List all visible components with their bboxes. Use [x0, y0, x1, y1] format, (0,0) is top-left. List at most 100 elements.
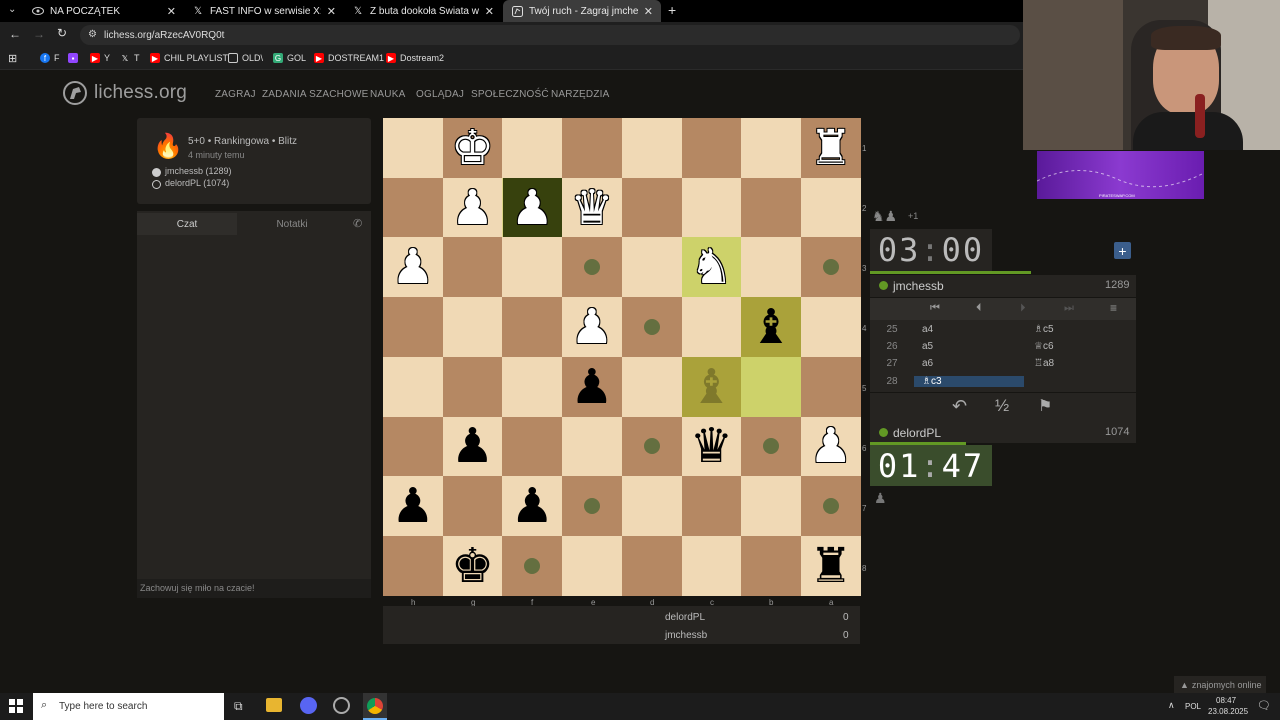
board-square[interactable]	[741, 177, 802, 238]
top-player-name[interactable]: jmchessb	[893, 279, 944, 293]
white-pawn-piece[interactable]: ♟	[801, 417, 861, 477]
board-square[interactable]	[621, 118, 682, 178]
board-square[interactable]	[383, 356, 443, 417]
white-rook-piece[interactable]: ♜	[801, 118, 861, 178]
black-queen-piece[interactable]: ♛	[682, 417, 742, 477]
board-square[interactable]	[681, 118, 742, 178]
board-square[interactable]	[383, 416, 443, 477]
clock-date[interactable]: 23.08.2025	[1208, 707, 1248, 716]
bookmark-x[interactable]: 𝕏T	[120, 53, 140, 63]
move-hint-dot[interactable]	[524, 557, 541, 574]
board-square[interactable]	[442, 476, 503, 537]
resign-flag-icon[interactable]: ⚑	[1038, 396, 1052, 416]
board-square[interactable]	[621, 177, 682, 238]
white-pawn-piece[interactable]: ♟	[502, 178, 562, 238]
browser-tab-2[interactable]: 𝕏 FAST INFO w serwisie X: „BEST… ✕	[184, 0, 344, 22]
board-square[interactable]	[621, 237, 682, 298]
language-indicator[interactable]: POL	[1185, 702, 1201, 711]
lichess-logo[interactable]: lichess.org	[62, 80, 187, 106]
forward-arrow-icon[interactable]: →	[33, 27, 45, 41]
board-square[interactable]	[621, 535, 682, 596]
black-pawn-piece[interactable]: ♟	[383, 476, 443, 536]
board-square[interactable]	[621, 356, 682, 417]
black-player-name[interactable]: delordPL (1074)	[165, 178, 229, 188]
board-square[interactable]	[502, 356, 563, 417]
nav-narzedzia[interactable]: NARZĘDZIA	[551, 89, 609, 100]
bookmark-folder-old[interactable]: OLD\	[228, 53, 263, 63]
board-square[interactable]	[800, 177, 861, 238]
discord-icon[interactable]	[300, 697, 317, 714]
tab-list-chevron-icon[interactable]: ⌄	[8, 4, 16, 15]
takeback-icon[interactable]: ↶	[952, 396, 967, 417]
url-field[interactable]: ⚙ lichess.org/aRzecAV0RQ0t	[80, 25, 1020, 45]
nav-zagraj[interactable]: ZAGRAJ	[215, 89, 256, 100]
chess-board[interactable]: ♚ ♜ ♟ ♟ ♛ ♟ ♞ ♟ ♝ ♟ ♝ ♟ ♛ ♟ ♟ ♟ ♚ ♜	[383, 118, 861, 597]
board-square[interactable]	[383, 118, 443, 178]
friends-online-bar[interactable]: ▲ znajomych online	[1174, 676, 1266, 693]
clock-time[interactable]: 08:47	[1216, 696, 1236, 705]
white-player-name[interactable]: jmchessb (1289)	[165, 166, 232, 176]
tab-notes[interactable]: Notatki	[237, 213, 347, 235]
white-pawn-piece[interactable]: ♟	[562, 297, 622, 357]
site-info-icon[interactable]: ⚙	[88, 29, 97, 40]
board-square[interactable]	[562, 416, 623, 477]
board-square[interactable]	[383, 535, 443, 596]
notification-icon[interactable]: 🗨	[1257, 699, 1271, 712]
browser-tab-3[interactable]: 𝕏 Z buta dookoła Świata w serwi… ✕	[344, 0, 502, 22]
black-pawn-piece[interactable]: ♟	[502, 476, 562, 536]
board-square[interactable]	[741, 476, 802, 537]
task-view-icon[interactable]: ⧉	[234, 699, 243, 714]
white-pawn-piece[interactable]: ♟	[443, 178, 503, 238]
board-square[interactable]	[562, 118, 623, 178]
next-move-icon[interactable]: ⏵	[1020, 302, 1026, 315]
move-hint-dot[interactable]	[643, 438, 660, 455]
menu-hamburger-icon[interactable]: ≡	[1110, 301, 1117, 315]
first-move-icon[interactable]: ⏮	[930, 302, 940, 315]
board-square[interactable]	[442, 356, 503, 417]
new-tab-plus-icon[interactable]: +	[668, 2, 676, 18]
browser-tab-4-active[interactable]: Twój ruch - Zagraj jmchessb • li… ✕	[503, 0, 661, 22]
board-square[interactable]	[800, 297, 861, 358]
back-arrow-icon[interactable]: ←	[9, 27, 21, 41]
add-time-plus-icon[interactable]: +	[1114, 242, 1131, 259]
move-hint-dot[interactable]	[643, 318, 660, 335]
black-king-piece[interactable]: ♚	[443, 536, 503, 596]
taskbar-search[interactable]: ⌕ Type here to search	[33, 693, 224, 720]
board-square[interactable]	[681, 297, 742, 358]
black-pawn-piece[interactable]: ♟	[443, 417, 503, 477]
browser-tab-1[interactable]: NA POCZĄTEK ✕	[24, 0, 184, 22]
move-hint-dot[interactable]	[583, 498, 600, 515]
prev-move-icon[interactable]: ⏴	[976, 302, 982, 315]
board-square[interactable]	[502, 118, 563, 178]
bookmark-youtube[interactable]: ▶ Y	[90, 53, 110, 63]
close-icon[interactable]: ✕	[327, 5, 336, 18]
board-square[interactable]	[502, 416, 563, 477]
white-pawn-piece[interactable]: ♟	[383, 237, 443, 297]
close-icon[interactable]: ✕	[167, 5, 176, 18]
bookmark-facebook[interactable]: fF	[40, 53, 60, 63]
board-square[interactable]	[383, 297, 443, 358]
bookmark-dostream1[interactable]: ▶ DOSTREAM1	[314, 53, 384, 63]
tray-chevron-icon[interactable]: ∧	[1168, 700, 1175, 711]
board-square[interactable]	[741, 237, 802, 298]
black-rook-piece[interactable]: ♜	[801, 536, 861, 596]
phone-icon[interactable]: ✆	[353, 217, 362, 230]
white-queen-piece[interactable]: ♛	[562, 178, 622, 238]
board-square[interactable]	[502, 237, 563, 298]
board-square[interactable]	[681, 535, 742, 596]
black-bishop-piece[interactable]: ♝	[741, 297, 801, 357]
windows-start-icon[interactable]	[9, 699, 23, 718]
nav-zadania[interactable]: ZADANIA SZACHOWE	[262, 89, 369, 100]
board-square[interactable]	[442, 237, 503, 298]
board-square[interactable]	[502, 297, 563, 358]
nav-nauka[interactable]: NAUKA	[370, 89, 405, 100]
board-square[interactable]	[741, 118, 802, 178]
board-square[interactable]	[562, 535, 623, 596]
bookmark-gol[interactable]: G GOL	[273, 53, 306, 63]
bookmark-dostream2[interactable]: ▶ Dostream2	[386, 53, 444, 63]
board-square[interactable]	[681, 177, 742, 238]
black-pawn-piece[interactable]: ♟	[562, 357, 622, 417]
bottom-player-name[interactable]: delordPL	[893, 426, 941, 440]
close-icon[interactable]: ✕	[644, 5, 653, 18]
close-icon[interactable]: ✕	[485, 5, 494, 18]
